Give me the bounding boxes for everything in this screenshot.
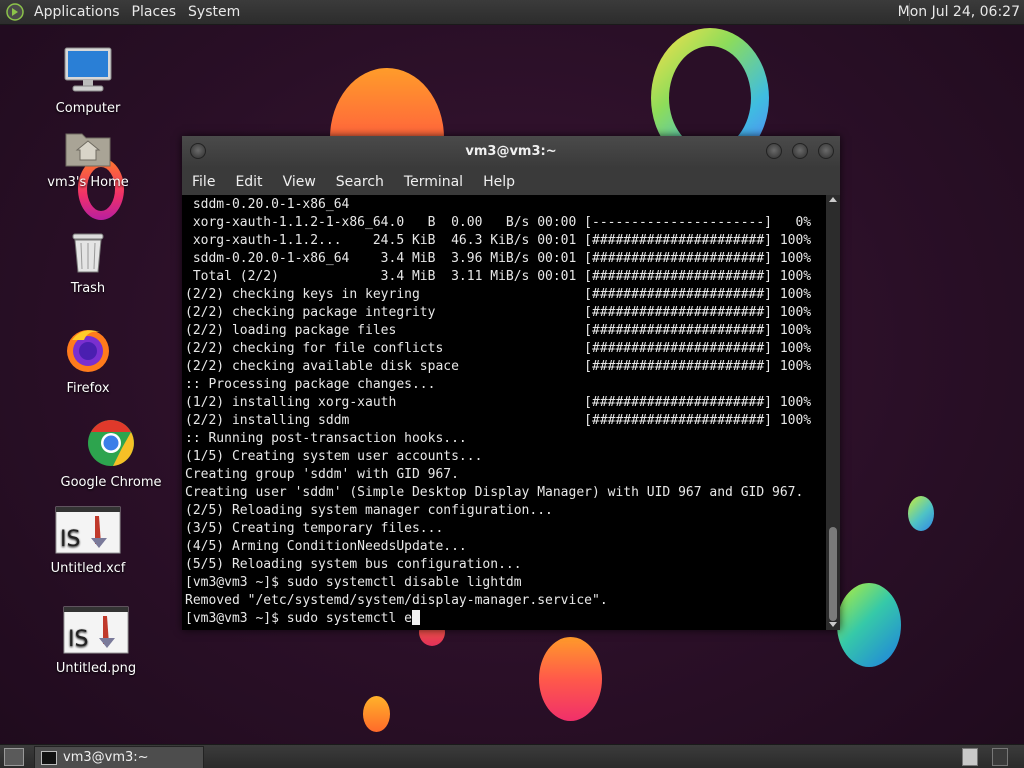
terminal-line: (2/2) loading package files [###########… xyxy=(185,323,812,338)
terminal-line: sddm-0.20.0-1-x86_64 3.4 MiB 3.96 MiB/s … xyxy=(192,251,812,266)
terminal-line: xorg-xauth-1.1.2-1-x86_64.0 B 0.00 B/s 0… xyxy=(192,215,812,230)
desktop-icon-home[interactable]: vm3's Home xyxy=(33,128,143,190)
image-file-icon: IS xyxy=(63,606,129,654)
wallpaper-bubble xyxy=(837,583,901,667)
firefox-icon xyxy=(67,330,109,372)
desktop-icon-label: Trash xyxy=(70,281,106,296)
terminal-prompt-line: [vm3@vm3 ~]$ sudo systemctl e xyxy=(185,611,412,626)
desktop-icon-computer[interactable]: Computer xyxy=(33,46,143,116)
terminal-line: Total (2/2) 3.4 MiB 3.11 MiB/s 00:01 [##… xyxy=(192,269,812,284)
terminal-line: Removed "/etc/systemd/system/display-man… xyxy=(185,593,608,608)
menu-places[interactable]: Places xyxy=(126,0,183,24)
desktop-icon-label: Google Chrome xyxy=(60,475,162,490)
show-desktop-icon[interactable] xyxy=(4,748,24,766)
terminal-line: sddm-0.20.0-1-x86_64 xyxy=(192,197,350,212)
wallpaper-bubble xyxy=(539,637,602,721)
desktop-icon-chrome[interactable]: Google Chrome xyxy=(56,418,166,490)
taskbar-button-label: vm3@vm3:~ xyxy=(63,750,149,765)
terminal-cursor xyxy=(411,610,420,625)
terminal-line: :: Processing package changes... xyxy=(185,377,436,392)
desktop-icon-trash[interactable]: Trash xyxy=(33,230,143,296)
menu-terminal[interactable]: Terminal xyxy=(394,174,473,190)
window-titlebar[interactable]: vm3@vm3:~ xyxy=(182,136,840,168)
desktop: Computer vm3's Home Trash Firefox Google… xyxy=(0,0,1024,768)
terminal-line: Creating group 'sddm' with GID 967. xyxy=(185,467,459,482)
terminal-line: xorg-xauth-1.1.2... 24.5 KiB 46.3 KiB/s … xyxy=(192,233,812,248)
terminal-scrollbar[interactable] xyxy=(826,195,840,630)
desktop-icon-firefox[interactable]: Firefox xyxy=(33,326,143,396)
scroll-down-arrow-icon[interactable] xyxy=(829,622,837,627)
maximize-button[interactable] xyxy=(792,143,808,159)
workspace-2[interactable] xyxy=(992,748,1008,766)
terminal-menubar: File Edit View Search Terminal Help xyxy=(182,168,840,195)
desktop-icon-label: vm3's Home xyxy=(47,175,129,190)
terminal-output[interactable]: sddm-0.20.0-1-x86_64 xorg-xauth-1.1.2-1-… xyxy=(182,195,826,630)
desktop-icon-label: Computer xyxy=(55,101,121,116)
scrollbar-thumb[interactable] xyxy=(829,527,837,621)
terminal-line: (2/2) installing sddm [#################… xyxy=(185,413,812,428)
menu-system[interactable]: System xyxy=(182,0,246,24)
menu-search[interactable]: Search xyxy=(326,174,394,190)
home-folder-icon xyxy=(65,133,111,167)
window-menu-button[interactable] xyxy=(190,143,206,159)
desktop-icon-untitled-xcf[interactable]: IS Untitled.xcf xyxy=(33,506,143,576)
bottom-panel: vm3@vm3:~ xyxy=(0,744,1024,768)
menu-applications[interactable]: Applications xyxy=(28,0,126,24)
terminal-line: (2/2) checking package integrity [######… xyxy=(185,305,812,320)
svg-text:IS: IS xyxy=(68,627,88,652)
clock[interactable]: Mon Jul 24, 06:27 xyxy=(898,0,1020,24)
scroll-up-arrow-icon[interactable] xyxy=(829,197,837,202)
terminal-line: (3/5) Creating temporary files... xyxy=(185,521,444,536)
workspace-1[interactable] xyxy=(962,748,978,766)
window-title: vm3@vm3:~ xyxy=(465,144,557,159)
menu-file[interactable]: File xyxy=(182,174,225,190)
terminal-line: (1/5) Creating system user accounts... xyxy=(185,449,483,464)
trash-icon xyxy=(72,233,104,273)
terminal-line: (2/2) checking for file conflicts [#####… xyxy=(185,341,812,356)
terminal-line: (4/5) Arming ConditionNeedsUpdate... xyxy=(185,539,467,554)
computer-icon xyxy=(64,47,112,92)
desktop-icon-label: Untitled.xcf xyxy=(50,561,126,576)
close-button[interactable] xyxy=(818,143,834,159)
desktop-icon-untitled-png[interactable]: IS Untitled.png xyxy=(41,606,151,676)
terminal-lines: sddm-0.20.0-1-x86_64 xorg-xauth-1.1.2-1-… xyxy=(182,195,826,628)
terminal-line: (2/2) checking available disk space [###… xyxy=(185,359,812,374)
wallpaper-bubble xyxy=(908,496,934,531)
terminal-line: (2/5) Reloading system manager configura… xyxy=(185,503,553,518)
terminal-line: (1/2) installing xorg-xauth [###########… xyxy=(185,395,812,410)
terminal-line: (2/2) checking keys in keyring [########… xyxy=(185,287,812,302)
terminal-line: [vm3@vm3 ~]$ sudo systemctl disable ligh… xyxy=(185,575,522,590)
minimize-button[interactable] xyxy=(766,143,782,159)
terminal-window: vm3@vm3:~ File Edit View Search Terminal… xyxy=(182,136,840,630)
desktop-icon-label: Untitled.png xyxy=(55,661,137,676)
wallpaper-bubble xyxy=(363,696,390,732)
menu-view[interactable]: View xyxy=(273,174,326,190)
top-panel: Applications Places System Mon Jul 24, 0… xyxy=(0,0,1024,25)
mate-logo-icon[interactable] xyxy=(6,3,24,21)
terminal-line: (5/5) Reloading system bus configuration… xyxy=(185,557,522,572)
menu-edit[interactable]: Edit xyxy=(225,174,272,190)
terminal-icon xyxy=(41,751,57,765)
menu-help[interactable]: Help xyxy=(473,174,525,190)
image-file-icon: IS xyxy=(55,506,121,554)
svg-text:IS: IS xyxy=(60,527,80,552)
desktop-icon-label: Firefox xyxy=(66,381,110,396)
chrome-icon xyxy=(88,420,134,466)
taskbar-button-terminal[interactable]: vm3@vm3:~ xyxy=(34,746,204,768)
terminal-line: Creating user 'sddm' (Simple Desktop Dis… xyxy=(185,485,804,500)
terminal-line: :: Running post-transaction hooks... xyxy=(185,431,467,446)
